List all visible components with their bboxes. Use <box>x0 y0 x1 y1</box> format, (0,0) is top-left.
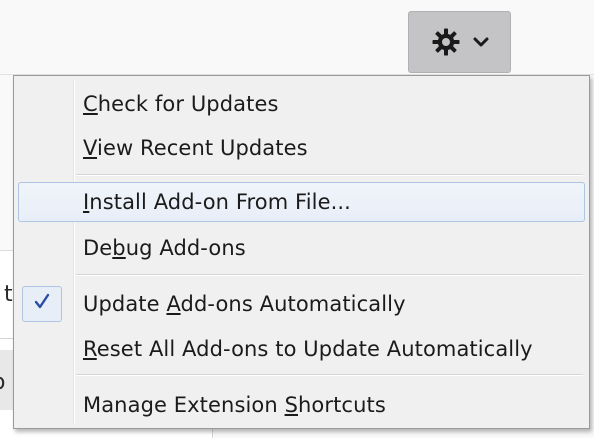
menu-item-label: Install Add-on From File... <box>83 190 351 214</box>
menu-item-update-addons-automatically[interactable]: Update Add-ons Automatically <box>18 286 585 322</box>
menu-item-view-recent-updates[interactable]: View Recent Updates <box>18 130 585 166</box>
tools-dropdown-menu: Check for Updates View Recent Updates In… <box>13 75 590 429</box>
menu-item-reset-all-addons[interactable]: Reset All Add-ons to Update Automaticall… <box>18 331 585 367</box>
menu-item-label: Check for Updates <box>83 92 279 116</box>
menu-item-manage-extension-shortcuts[interactable]: Manage Extension Shortcuts <box>18 387 585 423</box>
gear-icon <box>431 27 461 57</box>
checkmark-indicator <box>22 286 62 322</box>
menu-item-label: Manage Extension Shortcuts <box>83 393 386 417</box>
menu-separator <box>76 274 583 275</box>
menu-item-label: Debug Add-ons <box>83 236 246 260</box>
addons-manager-view: t o <box>0 0 594 438</box>
menu-item-label: Reset All Add-ons to Update Automaticall… <box>83 337 533 361</box>
background-text-fragment: t <box>4 282 13 307</box>
menu-item-debug-addons[interactable]: Debug Add-ons <box>18 230 585 266</box>
menu-item-label: View Recent Updates <box>83 136 308 160</box>
menu-item-install-addon-from-file[interactable]: Install Add-on From File... <box>18 182 585 222</box>
menu-separator <box>76 174 583 175</box>
background-text-fragment: o <box>0 370 5 395</box>
tools-menu-button[interactable] <box>408 11 511 73</box>
chevron-down-icon <box>473 36 489 48</box>
menu-item-check-for-updates[interactable]: Check for Updates <box>18 86 585 122</box>
menu-separator <box>76 374 583 375</box>
menu-item-label: Update Add-ons Automatically <box>83 292 406 316</box>
checkmark-icon <box>32 292 52 316</box>
